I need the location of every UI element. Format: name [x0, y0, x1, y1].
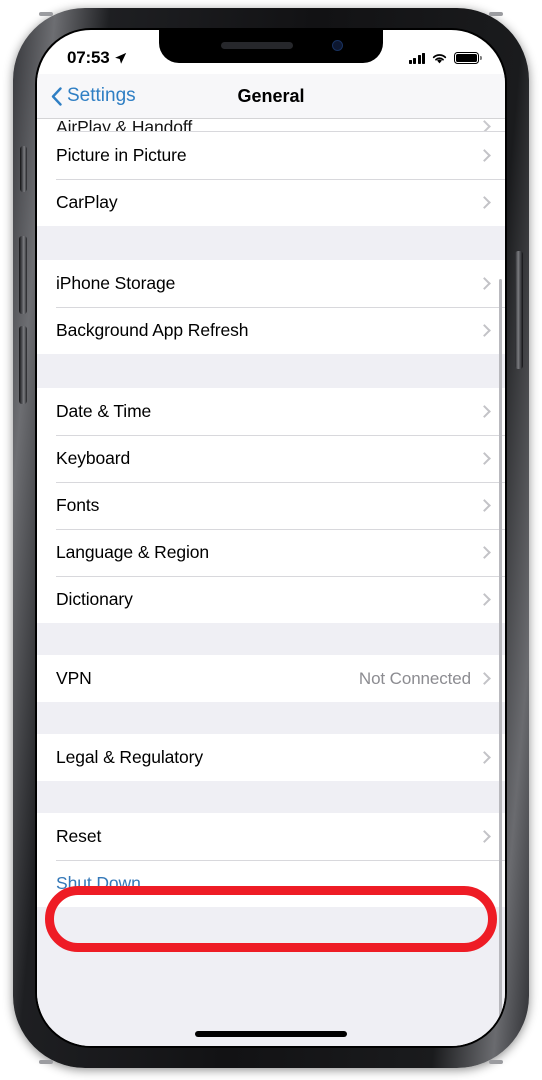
- chevron-right-icon: [478, 830, 491, 843]
- vpn-status-value: Not Connected: [358, 668, 471, 688]
- location-arrow-icon: [115, 52, 127, 64]
- chevron-left-icon: [51, 86, 62, 106]
- list-item-background-app-refresh[interactable]: Background App Refresh: [37, 307, 505, 354]
- navigation-bar: Settings General: [37, 74, 505, 119]
- chevron-right-icon: [478, 149, 491, 162]
- phone-screen: 07:53 Settings General AirPlay & Handoff…: [37, 30, 505, 1046]
- chevron-right-icon: [478, 499, 491, 512]
- front-camera-icon: [332, 40, 343, 51]
- list-item-label: Date & Time: [56, 401, 152, 421]
- group-separator: [37, 623, 505, 655]
- list-item-label: CarPlay: [56, 192, 118, 212]
- list-item-dictionary[interactable]: Dictionary: [37, 576, 505, 623]
- antenna-line-bottom-left: [39, 1060, 53, 1064]
- antenna-line-bottom-right: [489, 1060, 503, 1064]
- back-button-label: Settings: [67, 85, 136, 106]
- chevron-right-icon: [478, 452, 491, 465]
- list-item-label: VPN: [56, 668, 92, 688]
- list-item-label: Keyboard: [56, 448, 131, 468]
- chevron-right-icon: [478, 324, 491, 337]
- chevron-right-icon: [478, 196, 491, 209]
- group-separator: [37, 354, 505, 388]
- power-button[interactable]: [515, 251, 523, 369]
- wifi-icon: [432, 53, 447, 63]
- list-item-label: Background App Refresh: [56, 320, 249, 340]
- list-item-date-time[interactable]: Date & Time: [37, 388, 505, 435]
- antenna-line-top-left: [39, 12, 53, 16]
- list-item-language-region[interactable]: Language & Region: [37, 529, 505, 576]
- settings-group-media: Picture in Picture CarPlay: [37, 132, 505, 226]
- chevron-right-icon: [478, 751, 491, 764]
- list-item-picture-in-picture[interactable]: Picture in Picture: [37, 132, 505, 179]
- antenna-line-top-right: [489, 12, 503, 16]
- scrollbar[interactable]: [499, 279, 502, 1046]
- status-bar-left: 07:53: [67, 48, 127, 68]
- settings-group-legal: Legal & Regulatory: [37, 734, 505, 781]
- group-separator: [37, 702, 505, 734]
- list-item-fonts[interactable]: Fonts: [37, 482, 505, 529]
- list-item-keyboard[interactable]: Keyboard: [37, 435, 505, 482]
- chevron-right-icon: [478, 546, 491, 559]
- status-bar-right: [408, 52, 479, 65]
- list-item-label: Picture in Picture: [56, 145, 187, 165]
- chevron-right-icon: [478, 672, 491, 685]
- home-indicator[interactable]: [195, 1031, 347, 1037]
- settings-group-reset: Reset Shut Down: [37, 813, 505, 907]
- list-item-label: Legal & Regulatory: [56, 747, 204, 767]
- back-button-settings[interactable]: Settings: [51, 85, 136, 107]
- mute-switch[interactable]: [20, 146, 27, 192]
- list-item-vpn[interactable]: VPN Not Connected: [37, 655, 505, 702]
- settings-group-localization: Date & Time Keyboard Fonts Language & Re…: [37, 388, 505, 623]
- list-item-label: Language & Region: [56, 542, 210, 562]
- cellular-signal-icon: [408, 52, 425, 64]
- group-separator: [37, 226, 505, 260]
- settings-list[interactable]: AirPlay & Handoff Picture in Picture Car…: [37, 119, 505, 1046]
- group-separator: [37, 907, 505, 941]
- group-separator: [37, 781, 505, 813]
- chevron-right-icon: [478, 277, 491, 290]
- list-item-legal-regulatory[interactable]: Legal & Regulatory: [37, 734, 505, 781]
- volume-up-button[interactable]: [19, 236, 27, 314]
- volume-down-button[interactable]: [19, 326, 27, 404]
- list-item-reset[interactable]: Reset: [37, 813, 505, 860]
- list-item-airplay-handoff[interactable]: AirPlay & Handoff: [37, 119, 505, 132]
- list-item-label: AirPlay & Handoff: [56, 119, 193, 132]
- settings-group-vpn: VPN Not Connected: [37, 655, 505, 702]
- phone-frame: 07:53 Settings General AirPlay & Handoff…: [13, 8, 529, 1068]
- chevron-right-icon: [478, 593, 491, 606]
- list-item-iphone-storage[interactable]: iPhone Storage: [37, 260, 505, 307]
- speaker-grille-icon: [221, 42, 293, 49]
- list-item-carplay[interactable]: CarPlay: [37, 179, 505, 226]
- list-item-label: iPhone Storage: [56, 273, 176, 293]
- list-item-label: Shut Down: [56, 873, 141, 893]
- list-item-label: Fonts: [56, 495, 100, 515]
- chevron-right-icon: [478, 405, 491, 418]
- list-item-label: Dictionary: [56, 589, 133, 609]
- status-bar-clock: 07:53: [67, 48, 110, 67]
- settings-group-storage: iPhone Storage Background App Refresh: [37, 260, 505, 354]
- list-item-label: Reset: [56, 826, 102, 846]
- notch: [159, 30, 383, 63]
- list-item-shut-down[interactable]: Shut Down: [37, 860, 505, 907]
- battery-full-icon: [454, 52, 479, 64]
